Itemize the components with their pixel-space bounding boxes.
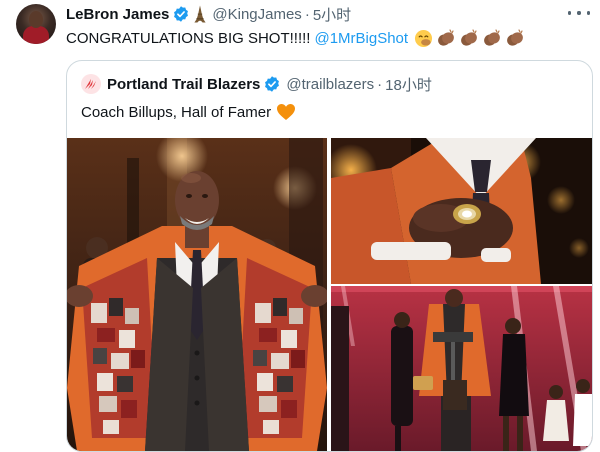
clapping-hands-icon [484, 29, 500, 46]
orange-heart-icon [277, 104, 296, 120]
mention-link[interactable]: @1MrBigShot [314, 30, 408, 47]
photo-jacket[interactable] [67, 138, 327, 451]
avatar-head [29, 11, 43, 28]
author-handle[interactable]: @KingJames [212, 6, 301, 23]
quote-author-name[interactable]: Portland Trail Blazers [107, 76, 260, 93]
tweet-timestamp[interactable]: 5小时 [313, 4, 351, 25]
avatar-shirt [23, 26, 49, 44]
verified-badge-icon [263, 75, 281, 93]
tweet-body-text: CONGRATULATIONS BIG SHOT!!!!! [66, 29, 311, 47]
author-avatar[interactable] [16, 4, 56, 44]
clapping-hands-icon [461, 29, 477, 46]
more-options-icon[interactable] [568, 5, 590, 21]
clapping-hands-icon [438, 29, 454, 46]
face-with-hand-over-mouth-icon [415, 29, 433, 47]
quote-author-avatar[interactable] [81, 74, 101, 94]
clapping-hands-icon [507, 29, 523, 46]
eiffel-tower-icon [193, 5, 207, 23]
tweet-header: LeBron James @KingJames · 5小时 [66, 4, 351, 24]
emoji-group [414, 29, 528, 48]
photo-ring[interactable] [331, 138, 592, 284]
photo-stage[interactable] [331, 286, 592, 451]
tweet-text: CONGRATULATIONS BIG SHOT!!!!! @1MrBigSho… [66, 27, 528, 49]
separator-dot: · [377, 75, 383, 93]
quote-header: Portland Trail Blazers @trailblazers · 1… [81, 74, 432, 94]
blazers-pinwheel-icon [85, 79, 96, 89]
quote-author-handle[interactable]: @trailblazers [286, 76, 374, 93]
verified-badge-icon [172, 5, 190, 23]
separator-dot: · [304, 5, 310, 23]
quote-text: Coach Billups, Hall of Famer [81, 101, 296, 123]
author-name[interactable]: LeBron James [66, 6, 169, 23]
quoted-tweet-card[interactable]: Portland Trail Blazers @trailblazers · 1… [66, 60, 593, 452]
quote-timestamp[interactable]: 18小时 [385, 74, 432, 95]
quote-body-text: Coach Billups, Hall of Famer [81, 103, 272, 121]
